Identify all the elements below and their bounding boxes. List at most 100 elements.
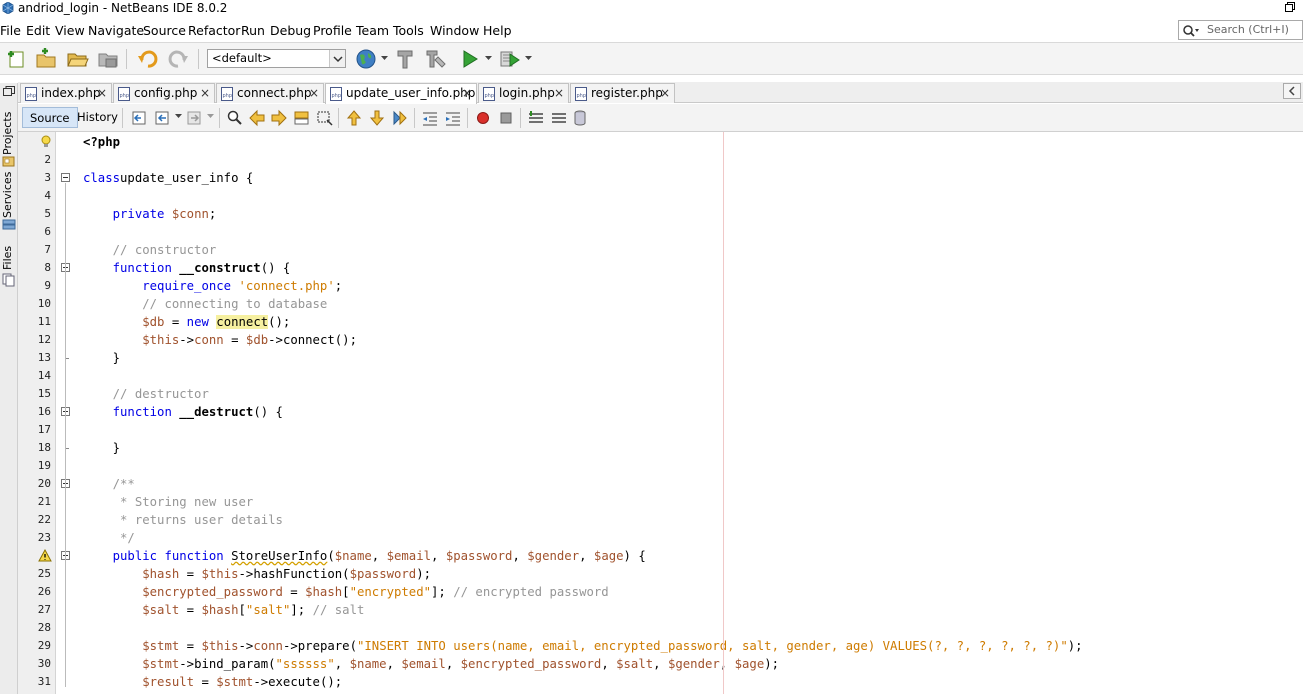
- tab-index-php[interactable]: php index.php ×: [20, 83, 112, 103]
- files-icon: [2, 273, 15, 287]
- quick-search-field[interactable]: Search (Ctrl+I): [1178, 20, 1303, 40]
- chevron-down-icon[interactable]: [381, 56, 388, 61]
- find-next-icon[interactable]: [270, 109, 288, 127]
- menu-run[interactable]: Run: [241, 23, 265, 38]
- side-tab-files[interactable]: Files: [0, 241, 18, 291]
- tab-connect-php[interactable]: php connect.php ×: [216, 83, 324, 103]
- chevron-down-icon[interactable]: [525, 56, 532, 61]
- php-file-icon: php: [25, 87, 37, 101]
- last-edit-icon[interactable]: [131, 109, 149, 127]
- warning-icon[interactable]: [38, 549, 52, 562]
- tab-login-php[interactable]: php login.php ×: [478, 83, 569, 103]
- find-icon[interactable]: [226, 109, 244, 127]
- bulb-icon[interactable]: [40, 135, 52, 149]
- close-icon[interactable]: ×: [660, 86, 670, 100]
- menu-team[interactable]: Team: [356, 23, 389, 38]
- line-number: 15: [37, 387, 51, 400]
- line-number: 2: [44, 153, 51, 166]
- menu-view[interactable]: View: [55, 23, 85, 38]
- history-view-button[interactable]: History: [70, 107, 125, 128]
- code-token: require_once: [142, 279, 232, 293]
- build-icon[interactable]: [424, 48, 448, 70]
- menu-window[interactable]: Window: [430, 23, 479, 38]
- fold-toggle[interactable]: [61, 173, 70, 182]
- debug-icon[interactable]: [498, 48, 522, 70]
- menu-refactor[interactable]: Refactor: [188, 23, 240, 38]
- code-token: ->bind_param(: [179, 657, 276, 671]
- side-tab-projects[interactable]: Projects: [0, 103, 18, 173]
- side-tab-services[interactable]: Services: [0, 172, 18, 235]
- configuration-select[interactable]: <default>: [207, 49, 346, 68]
- code-token: =: [223, 333, 246, 347]
- new-file-icon[interactable]: [5, 48, 29, 70]
- code-token: // encrypted password: [453, 585, 609, 599]
- php-file-icon: php: [483, 87, 495, 101]
- next-bookmark-icon[interactable]: [368, 109, 386, 127]
- code-token: ];: [290, 603, 313, 617]
- shift-left-icon[interactable]: [421, 109, 439, 127]
- start-macro-icon[interactable]: [474, 109, 492, 127]
- code-token: ;: [208, 207, 217, 221]
- configuration-dropdown-button[interactable]: [329, 50, 345, 67]
- code-token: );: [1067, 639, 1083, 653]
- menu-navigate[interactable]: Navigate: [88, 23, 144, 38]
- chevron-down-icon[interactable]: [207, 114, 214, 119]
- undo-icon[interactable]: [136, 48, 160, 70]
- chevron-down-icon[interactable]: [485, 56, 492, 61]
- toggle-bookmark-icon[interactable]: [391, 109, 409, 127]
- close-icon[interactable]: ×: [200, 86, 210, 100]
- tab-update-user-info-php[interactable]: php update_user_info.php ×: [325, 83, 477, 104]
- menu-bar: File Edit View Navigate Source Refactor …: [0, 20, 1303, 42]
- close-icon[interactable]: ×: [309, 86, 319, 100]
- menu-source[interactable]: Source: [143, 23, 186, 38]
- window-title: andriod_login - NetBeans IDE 8.0.2: [18, 1, 228, 15]
- previous-bookmark-icon[interactable]: [345, 109, 363, 127]
- window-restore-icon[interactable]: [2, 85, 16, 97]
- uncomment-icon[interactable]: [550, 109, 568, 127]
- toggle-highlight-icon[interactable]: [293, 109, 311, 127]
- redo-icon[interactable]: [166, 48, 190, 70]
- open-project-icon[interactable]: [66, 48, 90, 70]
- close-icon[interactable]: ×: [462, 86, 472, 100]
- restore-window-icon[interactable]: [1284, 1, 1296, 13]
- find-previous-icon[interactable]: [248, 109, 266, 127]
- services-icon: [2, 219, 16, 230]
- close-icon[interactable]: ×: [97, 86, 107, 100]
- chevron-down-icon[interactable]: [175, 114, 182, 119]
- code-token: $stmt: [216, 675, 254, 689]
- code-line: }: [83, 349, 120, 367]
- code-token: (: [327, 549, 335, 563]
- tab-config-php[interactable]: php config.php ×: [113, 83, 215, 103]
- close-icon[interactable]: ×: [554, 86, 564, 100]
- code-editor[interactable]: <?php classupdate_user_info { private $co…: [74, 132, 1303, 694]
- forward-icon[interactable]: [186, 109, 204, 127]
- tab-scroll-left-button[interactable]: [1283, 83, 1301, 99]
- menu-help[interactable]: Help: [483, 23, 512, 38]
- menu-file[interactable]: File: [0, 23, 21, 38]
- back-icon[interactable]: [154, 109, 172, 127]
- new-project-icon[interactable]: [34, 48, 58, 70]
- database-icon[interactable]: [571, 109, 589, 127]
- run-icon[interactable]: [458, 48, 482, 70]
- code-token: */: [112, 531, 135, 545]
- tab-register-php[interactable]: php register.php ×: [570, 83, 675, 103]
- menu-edit[interactable]: Edit: [26, 23, 50, 38]
- close-project-icon[interactable]: [96, 48, 120, 70]
- browser-icon[interactable]: [354, 48, 378, 70]
- menu-profile[interactable]: Profile: [313, 23, 352, 38]
- shift-right-icon[interactable]: [444, 109, 462, 127]
- code-line: function __construct() {: [83, 259, 291, 277]
- line-number: 12: [37, 333, 51, 346]
- toggle-rect-selection-icon[interactable]: [316, 109, 334, 127]
- comment-icon[interactable]: [527, 109, 545, 127]
- menu-tools[interactable]: Tools: [393, 23, 424, 38]
- stop-macro-icon[interactable]: [497, 109, 515, 127]
- line-number: 20: [37, 477, 51, 490]
- clean-build-icon[interactable]: [394, 48, 418, 70]
- menu-debug[interactable]: Debug: [270, 23, 311, 38]
- code-line: classupdate_user_info {: [83, 169, 253, 187]
